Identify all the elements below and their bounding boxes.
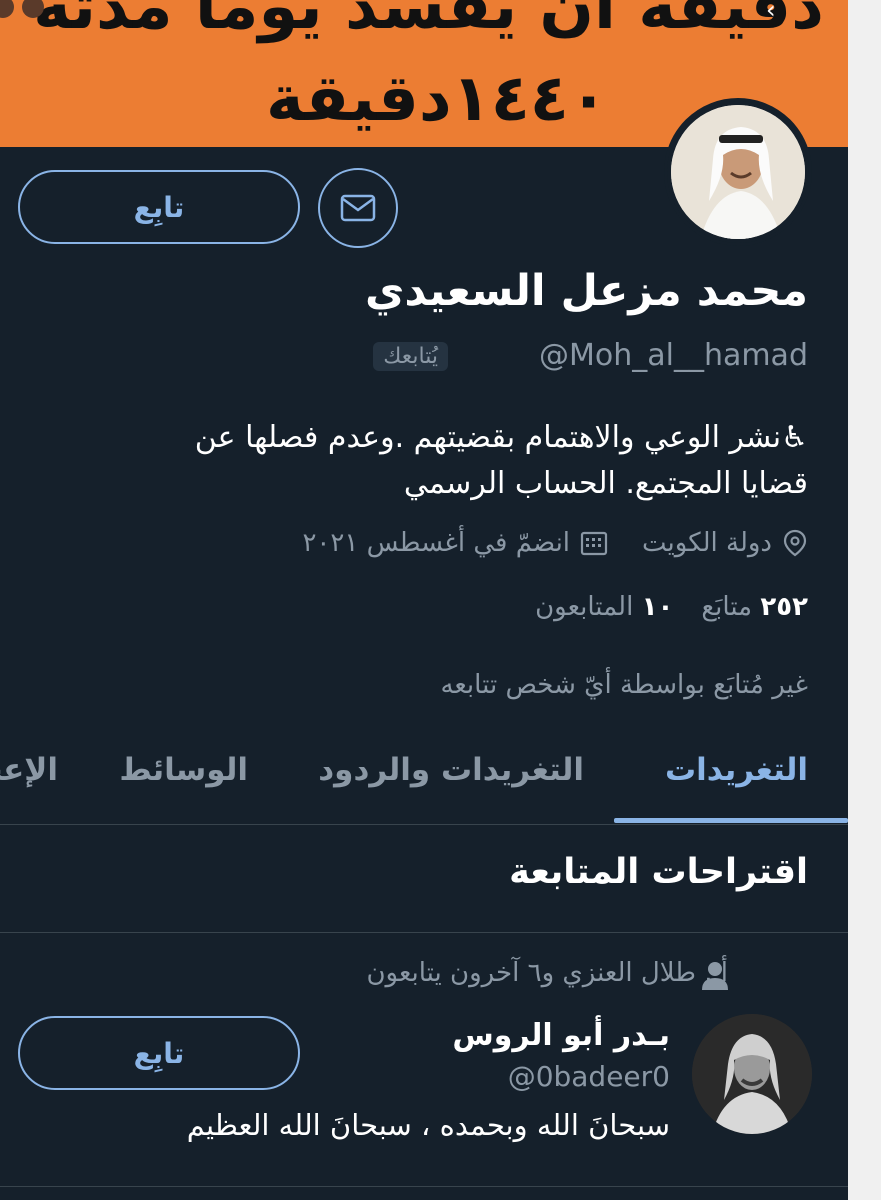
banner-text-line2: ١٤٤٠دقيقة <box>266 62 608 136</box>
suggested-user-photo <box>692 1014 812 1134</box>
message-button[interactable] <box>318 168 398 248</box>
profile-meta: دولة الكويت انضمّ في أغسطس ٢٠٢١ <box>302 528 808 558</box>
following-stat[interactable]: ٢٥٢ متابَع <box>701 592 808 622</box>
suggested-user-handle: @0badeer0 <box>507 1060 670 1093</box>
suggested-follow-button[interactable]: تابِع <box>18 1016 300 1090</box>
profile-screen: دقيقه ان يفسد يوما مدته ١٤٤٠دقيقة ‹ تابِ… <box>0 0 848 1200</box>
tab-tweets-replies[interactable]: التغريدات والردود <box>318 752 584 788</box>
profile-tabs: التغريدات التغريدات والردود الوسائط الإع… <box>0 738 848 824</box>
follow-button[interactable]: تابِع <box>18 170 300 244</box>
suggested-user-avatar[interactable] <box>692 1014 812 1134</box>
followers-label: المتابعون <box>535 592 634 622</box>
follows-you-badge: يُتابعك <box>373 342 448 371</box>
banner-text-line1: دقيقه ان يفسد يوما مدته <box>33 0 824 44</box>
followers-stat[interactable]: ١٠ المتابعون <box>535 592 673 622</box>
following-label: متابَع <box>701 592 753 622</box>
envelope-icon <box>340 194 376 222</box>
active-tab-indicator <box>614 818 848 823</box>
display-name: محمد مزعل السعيدي <box>364 266 808 316</box>
bio-line-1: ♿نشر الوعي والاهتمام بقضيتهم .وعدم فصلها… <box>194 420 808 455</box>
avatar-photo <box>671 105 805 239</box>
divider <box>0 932 848 933</box>
not-followed-notice: غير مُتابَع بواسطة أيّ شخص تتابعه <box>440 670 808 700</box>
followers-count: ١٠ <box>641 592 674 622</box>
suggestions-title: اقتراحات المتابعة <box>509 852 808 892</box>
chevron-left-icon[interactable]: ‹ <box>766 0 776 24</box>
bio-line-2: قضايا المجتمع. الحساب الرسمي <box>403 466 808 501</box>
location-text: دولة الكويت <box>642 528 772 558</box>
profile-avatar[interactable] <box>664 98 812 246</box>
divider <box>0 1186 848 1187</box>
tab-media[interactable]: الوسائط <box>119 752 248 788</box>
follow-stats: ٢٥٢ متابَع ١٠ المتابعون <box>535 592 808 622</box>
following-count: ٢٥٢ <box>760 592 808 622</box>
location-pin-icon <box>783 529 807 557</box>
calendar-icon <box>580 531 608 556</box>
user-handle: @Moh_al__hamad <box>538 338 808 373</box>
suggested-user-name[interactable]: بـدر أبو الروس <box>452 1018 670 1053</box>
joined-date: انضمّ في أغسطس ٢٠٢١ <box>302 528 571 558</box>
suggested-user-bio: سبحانَ الله وبحمده ، سبحانَ الله العظيم <box>186 1108 670 1142</box>
social-context: أ . طلال العنزي و٦ آخرون يتابعون <box>366 958 728 988</box>
tab-tweets[interactable]: التغريدات <box>665 752 808 788</box>
banner-overlay <box>0 0 44 30</box>
tab-likes[interactable]: الإعجابات <box>0 752 58 788</box>
divider <box>0 824 848 825</box>
